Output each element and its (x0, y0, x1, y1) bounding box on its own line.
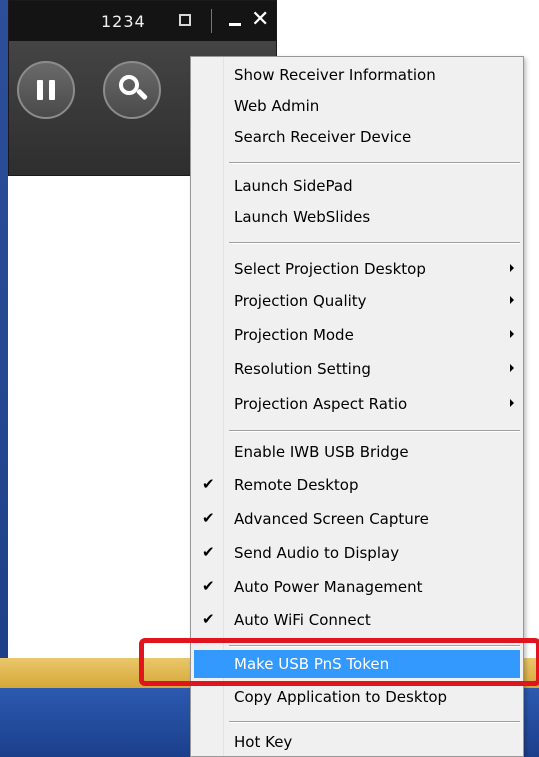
menu-item-advanced-screen-capture[interactable]: ✔ Advanced Screen Capture (194, 505, 520, 533)
menu-item-label: Resolution Setting (234, 360, 371, 378)
menu-item-projection-quality[interactable]: Projection Quality (194, 287, 520, 315)
menu-item-enable-iwb-usb-bridge[interactable]: Enable IWB USB Bridge (194, 438, 520, 466)
checkmark-icon: ✔ (202, 577, 215, 595)
room-code: 1234 (101, 12, 146, 31)
checkmark-icon: ✔ (202, 475, 215, 493)
menu-item-auto-wifi-connect[interactable]: ✔ Auto WiFi Connect (194, 606, 520, 634)
checkmark-icon: ✔ (202, 610, 215, 628)
menu-item-label: Launch WebSlides (234, 208, 371, 226)
menu-item-label: Send Audio to Display (234, 544, 400, 562)
menu-item-label: Copy Application to Desktop (234, 688, 448, 706)
menu-item-remote-desktop[interactable]: ✔ Remote Desktop (194, 471, 520, 499)
menu-item-hot-key[interactable]: Hot Key (194, 728, 520, 756)
pause-button[interactable] (17, 61, 75, 119)
minimize-icon[interactable] (229, 23, 241, 26)
dock-icon[interactable] (179, 14, 191, 26)
menu-item-label: Web Admin (234, 97, 320, 115)
menu-item-label: Advanced Screen Capture (234, 510, 429, 528)
menu-item-label: Show Receiver Information (234, 66, 436, 84)
menu-item-auto-power-management[interactable]: ✔ Auto Power Management (194, 573, 520, 601)
submenu-arrow-icon (510, 296, 514, 304)
menu-item-send-audio-to-display[interactable]: ✔ Send Audio to Display (194, 539, 520, 567)
menu-item-search-receiver-device[interactable]: Search Receiver Device (194, 123, 520, 151)
search-icon-handle (136, 88, 149, 101)
menu-separator (229, 430, 520, 432)
menu-item-launch-webslides[interactable]: Launch WebSlides (194, 203, 520, 231)
menu-separator (229, 242, 520, 244)
menu-item-label: Projection Mode (234, 326, 354, 344)
pause-icon (49, 80, 55, 100)
title-bar: 1234 ✕ (9, 1, 276, 41)
menu-item-launch-sidepad[interactable]: Launch SidePad (194, 172, 520, 200)
search-button[interactable] (103, 61, 161, 119)
menu-item-select-projection-desktop[interactable]: Select Projection Desktop (194, 255, 520, 283)
menu-item-projection-mode[interactable]: Projection Mode (194, 321, 520, 349)
titlebar-divider (211, 9, 212, 33)
menu-item-label: Hot Key (234, 733, 293, 751)
menu-item-label: Auto WiFi Connect (234, 611, 371, 629)
menu-item-resolution-setting[interactable]: Resolution Setting (194, 355, 520, 383)
menu-item-label: Auto Power Management (234, 578, 423, 596)
menu-item-label: Projection Aspect Ratio (234, 395, 408, 413)
desktop-background (0, 0, 8, 757)
close-icon[interactable]: ✕ (251, 7, 269, 33)
menu-item-label: Projection Quality (234, 292, 367, 310)
submenu-arrow-icon (510, 364, 514, 372)
menu-item-projection-aspect-ratio[interactable]: Projection Aspect Ratio (194, 390, 520, 418)
submenu-arrow-icon (510, 264, 514, 272)
annotation-highlight-box (139, 638, 539, 686)
menu-item-copy-application-to-desktop[interactable]: Copy Application to Desktop (194, 683, 520, 711)
menu-item-label: Search Receiver Device (234, 128, 412, 146)
menu-item-show-receiver-information[interactable]: Show Receiver Information (194, 61, 520, 89)
menu-item-label: Remote Desktop (234, 476, 359, 494)
pause-icon (37, 80, 43, 100)
menu-separator (229, 162, 520, 164)
menu-item-label: Select Projection Desktop (234, 260, 426, 278)
menu-separator (229, 721, 520, 723)
checkmark-icon: ✔ (202, 509, 215, 527)
checkmark-icon: ✔ (202, 543, 215, 561)
menu-item-label: Enable IWB USB Bridge (234, 443, 409, 461)
submenu-arrow-icon (510, 330, 514, 338)
menu-item-web-admin[interactable]: Web Admin (194, 92, 520, 120)
menu-item-label: Launch SidePad (234, 177, 353, 195)
submenu-arrow-icon (510, 399, 514, 407)
